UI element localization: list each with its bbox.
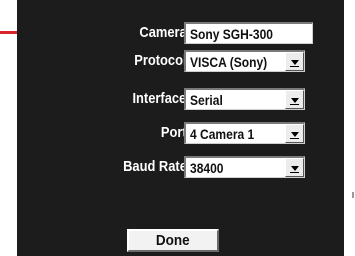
interface-label: Interface: (132, 90, 191, 107)
port-select[interactable]: 4 Camera 1 (184, 122, 305, 144)
camera-settings-panel: Camera: Sony SGH-300 Protocol: VISCA (So… (17, 0, 344, 256)
camera-row: Camera: Sony SGH-300 (17, 22, 344, 44)
interface-select[interactable]: Serial (184, 88, 305, 110)
protocol-select[interactable]: VISCA (Sony) (184, 50, 305, 72)
camera-field[interactable]: Sony SGH-300 (184, 22, 313, 44)
baud-rate-dropdown-button[interactable] (285, 158, 304, 177)
protocol-row: Protocol: VISCA (Sony) (17, 50, 344, 72)
done-button[interactable]: Done (127, 229, 219, 252)
baud-rate-value: 38400 (190, 160, 224, 176)
edge-mark (352, 192, 354, 198)
port-dropdown-button[interactable] (285, 124, 304, 143)
done-button-label: Done (156, 232, 190, 249)
interface-row: Interface: Serial (17, 88, 344, 110)
port-row: Port: 4 Camera 1 (17, 122, 344, 144)
baud-rate-label: Baud Rate: (122, 158, 191, 175)
camera-value: Sony SGH-300 (190, 26, 273, 42)
protocol-value: VISCA (Sony) (190, 54, 268, 70)
protocol-label: Protocol: (134, 52, 191, 69)
interface-value: Serial (190, 92, 223, 108)
baud-rate-row: Baud Rate: 38400 (17, 156, 344, 178)
baud-rate-select[interactable]: 38400 (184, 156, 305, 178)
protocol-dropdown-button[interactable] (285, 52, 304, 71)
interface-dropdown-button[interactable] (285, 90, 304, 109)
port-value: 4 Camera 1 (190, 126, 255, 142)
